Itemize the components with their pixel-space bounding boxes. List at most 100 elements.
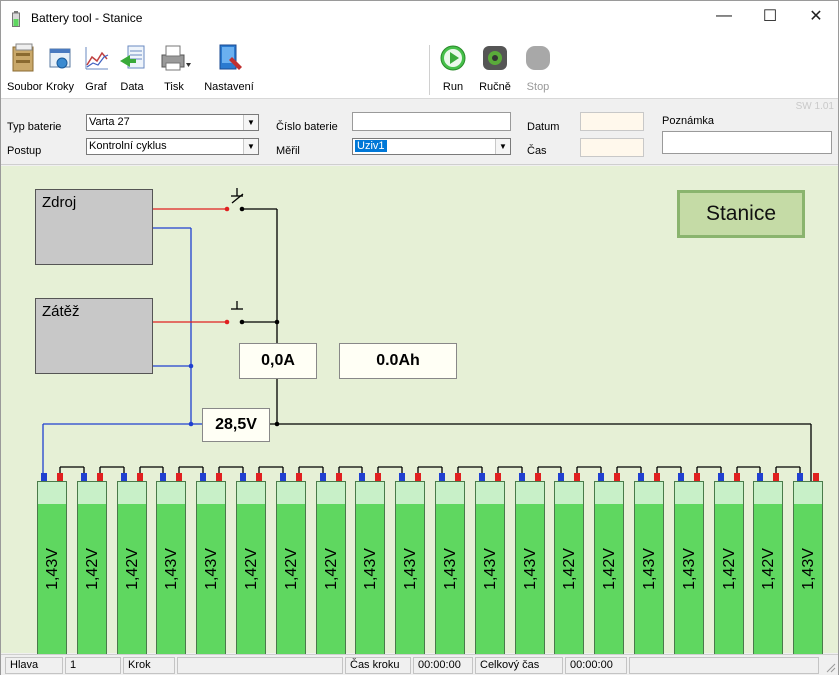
positive-terminal <box>137 473 143 481</box>
negative-terminal <box>439 473 445 481</box>
junction-dot <box>188 363 194 369</box>
manual-label: Ručně <box>479 81 511 93</box>
switch-contact <box>224 319 230 325</box>
cell-voltage: 1,42V <box>323 548 340 590</box>
battery-cell[interactable]: 1,42V <box>276 481 306 655</box>
status-krok: Krok <box>123 657 175 674</box>
form-bar: SW 1.01 Typ baterie Varta 27 ▼ Postup Ko… <box>1 99 838 165</box>
negative-terminal <box>200 473 206 481</box>
cell-voltage-wrap: 1,43V <box>38 482 68 656</box>
battery-cell[interactable]: 1,43V <box>435 481 465 655</box>
tisk-button[interactable]: Tisk <box>153 41 195 97</box>
positive-terminal <box>495 473 501 481</box>
cell-voltage: 1,43V <box>163 548 180 590</box>
negative-terminal <box>598 473 604 481</box>
battery-cell[interactable]: 1,42V <box>236 481 266 655</box>
data-button[interactable]: Data <box>115 41 149 97</box>
cislo-baterie-label: Číslo baterie <box>276 121 338 133</box>
run-label: Run <box>442 81 464 93</box>
postup-value: Kontrolní cyklus <box>89 140 167 152</box>
steps-icon <box>49 48 71 69</box>
minimize-button[interactable]: — <box>701 1 747 31</box>
soubor-button[interactable]: Soubor <box>7 41 42 97</box>
meril-value: Uziv1 <box>355 140 387 152</box>
cell-voltage: 1,42V <box>283 548 300 590</box>
battery-cell[interactable]: 1,42V <box>714 481 744 655</box>
chevron-down-icon: ▼ <box>243 139 258 154</box>
cell-voltage-wrap: 1,43V <box>436 482 466 656</box>
window-title: Battery tool - Stanice <box>31 11 143 25</box>
negative-terminal <box>718 473 724 481</box>
battery-cell[interactable]: 1,42V <box>77 481 107 655</box>
cell-voltage: 1,43V <box>362 548 379 590</box>
cell-voltage-wrap: 1,43V <box>794 482 824 656</box>
switch-contact <box>224 206 230 212</box>
cell-voltage: 1,43V <box>44 548 61 590</box>
positive-terminal <box>654 473 660 481</box>
positive-terminal <box>375 473 381 481</box>
battery-cell[interactable]: 1,42V <box>554 481 584 655</box>
battery-cell[interactable]: 1,43V <box>793 481 823 655</box>
stop-icon <box>526 46 550 70</box>
negative-terminal <box>81 473 87 481</box>
cell-voltage-wrap: 1,42V <box>277 482 307 656</box>
battery-cell[interactable]: 1,43V <box>37 481 67 655</box>
cell-voltage-wrap: 1,43V <box>157 482 187 656</box>
poznamka-input[interactable] <box>662 131 832 154</box>
negative-terminal <box>797 473 803 481</box>
stop-button[interactable]: Stop <box>521 41 555 97</box>
status-cas-kroku: Čas kroku <box>345 657 411 674</box>
positive-terminal <box>256 473 262 481</box>
positive-terminal <box>57 473 63 481</box>
battery-cell[interactable]: 1,42V <box>117 481 147 655</box>
battery-cell[interactable]: 1,43V <box>156 481 186 655</box>
kroky-label: Kroky <box>45 81 75 93</box>
battery-cell[interactable]: 1,43V <box>475 481 505 655</box>
battery-icon <box>12 11 20 27</box>
graf-button[interactable]: Graf <box>79 41 113 97</box>
cas-label: Čas <box>527 145 547 157</box>
resize-grip-icon[interactable] <box>824 661 836 673</box>
graf-label: Graf <box>85 81 107 93</box>
positive-terminal <box>574 473 580 481</box>
printer-icon <box>161 45 191 71</box>
datum-field <box>580 112 644 131</box>
toolbar-separator <box>429 45 430 95</box>
cislo-baterie-input[interactable] <box>352 112 511 131</box>
battery-cell[interactable]: 1,42V <box>316 481 346 655</box>
zdroj-box[interactable]: Zdroj <box>35 189 153 265</box>
battery-cell[interactable]: 1,43V <box>355 481 385 655</box>
sw-version: SW 1.01 <box>795 101 834 112</box>
junction-dot <box>274 319 280 325</box>
nastaveni-button[interactable]: Nastavení <box>197 41 261 97</box>
battery-cell[interactable]: 1,42V <box>753 481 783 655</box>
stop-label: Stop <box>526 81 550 93</box>
cell-voltage-wrap: 1,43V <box>356 482 386 656</box>
battery-cell[interactable]: 1,43V <box>515 481 545 655</box>
battery-cell[interactable]: 1,43V <box>196 481 226 655</box>
meril-select[interactable]: Uziv1 ▼ <box>352 138 511 155</box>
negative-terminal <box>757 473 763 481</box>
battery-cell[interactable]: 1,43V <box>395 481 425 655</box>
typ-baterie-select[interactable]: Varta 27 ▼ <box>86 114 259 131</box>
cell-voltage-wrap: 1,42V <box>595 482 625 656</box>
station-button[interactable]: Stanice <box>677 190 805 238</box>
file-cabinet-icon <box>12 43 34 72</box>
meril-label: Měřil <box>276 145 300 157</box>
cell-voltage-wrap: 1,43V <box>635 482 665 656</box>
battery-cell[interactable]: 1,42V <box>594 481 624 655</box>
battery-cell[interactable]: 1,43V <box>634 481 664 655</box>
manual-button[interactable]: Ručně <box>475 41 515 97</box>
postup-select[interactable]: Kontrolní cyklus ▼ <box>86 138 259 155</box>
cell-voltage-wrap: 1,43V <box>516 482 546 656</box>
run-button[interactable]: Run <box>437 41 469 97</box>
battery-cell[interactable]: 1,43V <box>674 481 704 655</box>
maximize-button[interactable]: ☐ <box>747 1 793 31</box>
zatez-box[interactable]: Zátěž <box>35 298 153 374</box>
tisk-label: Tisk <box>164 81 184 93</box>
title-bar: Battery tool - Stanice — ☐ ✕ <box>1 1 838 37</box>
cell-voltage: 1,42V <box>760 548 777 590</box>
close-button[interactable]: ✕ <box>793 1 839 31</box>
kroky-button[interactable]: Kroky <box>43 41 77 97</box>
minimize-icon: — <box>716 7 732 24</box>
